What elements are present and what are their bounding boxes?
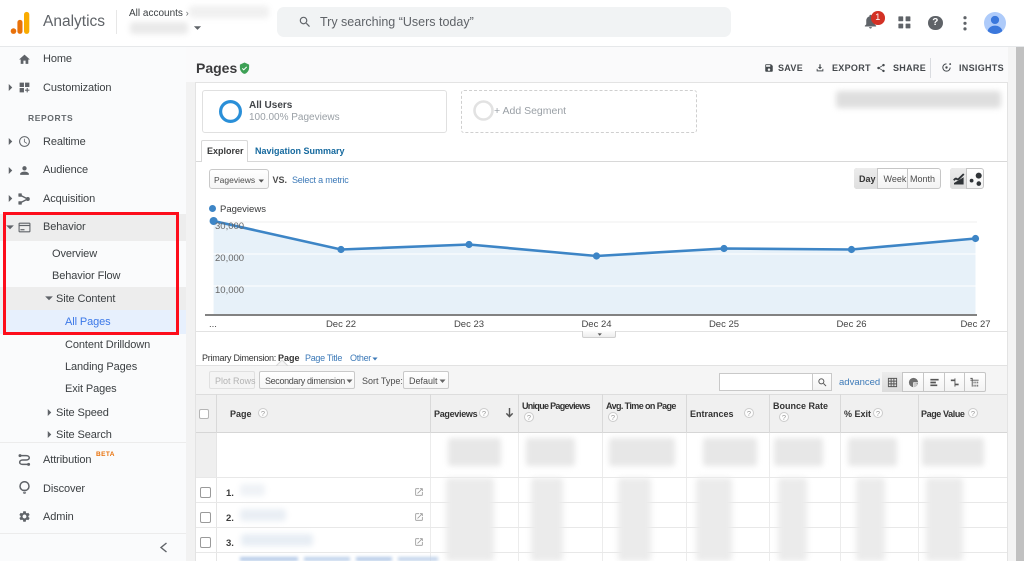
svg-text:Dec 27: Dec 27	[960, 319, 990, 330]
svg-text:Dec 23: Dec 23	[454, 319, 484, 330]
svg-text:Dec 25: Dec 25	[709, 319, 739, 330]
svg-text:30,000: 30,000	[215, 221, 244, 232]
svg-text:...: ...	[209, 319, 217, 330]
svg-text:Dec 24: Dec 24	[581, 319, 611, 330]
svg-text:Dec 22: Dec 22	[326, 319, 356, 330]
svg-text:Dec 26: Dec 26	[836, 319, 866, 330]
svg-text:10,000: 10,000	[215, 285, 244, 296]
svg-text:20,000: 20,000	[215, 253, 244, 264]
